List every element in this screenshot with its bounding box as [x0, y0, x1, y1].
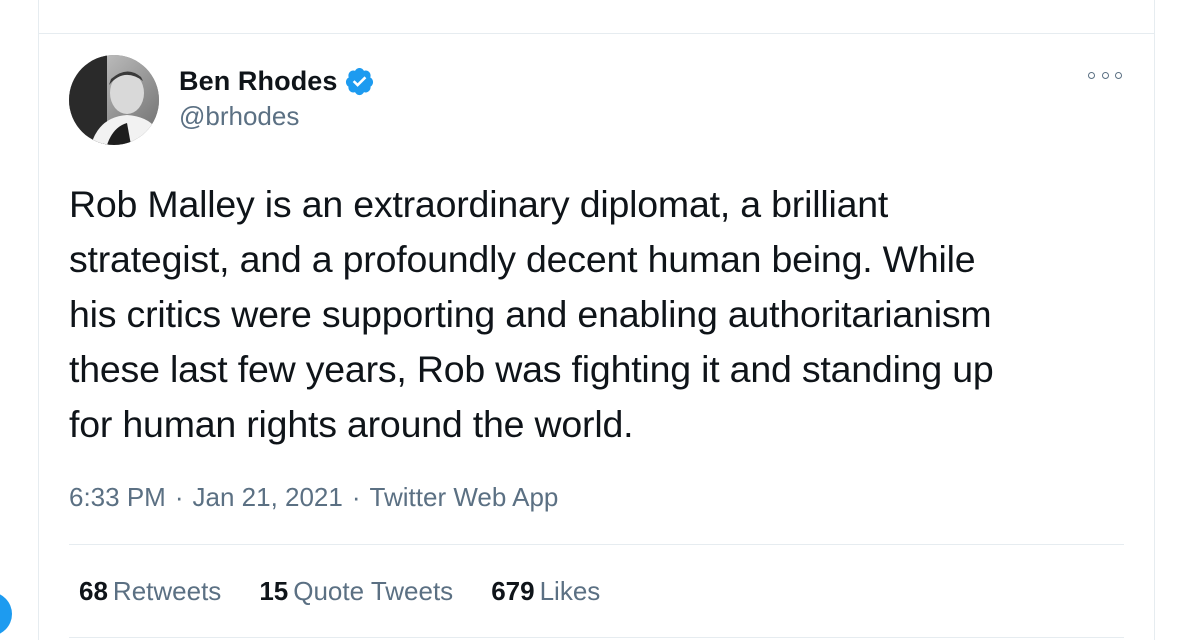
retweets-label: Retweets: [112, 576, 222, 606]
avatar[interactable]: [69, 55, 159, 145]
more-dot: [1115, 71, 1122, 79]
tweet-stats: 68 Retweets 15 Quote Tweets 679 Likes: [79, 576, 638, 607]
more-dot: [1088, 71, 1095, 79]
likes-label: Likes: [539, 576, 601, 606]
author-name[interactable]: Ben Rhodes: [179, 66, 338, 97]
tweet-time[interactable]: 6:33 PM: [69, 482, 166, 513]
likes-stat[interactable]: 679 Likes: [491, 576, 600, 607]
meta-separator: ·: [174, 482, 184, 512]
top-divider: [39, 33, 1154, 34]
retweets-count: 68: [79, 576, 108, 606]
quote-tweets-count: 15: [259, 576, 289, 606]
tweet-source[interactable]: Twitter Web App: [370, 482, 559, 513]
likes-count: 679: [491, 576, 535, 606]
divider: [69, 544, 1124, 545]
retweets-stat[interactable]: 68 Retweets: [79, 576, 221, 607]
tweet-meta: 6:33 PM · Jan 21, 2021 · Twitter Web App: [69, 482, 558, 513]
more-options-icon[interactable]: [1088, 66, 1122, 84]
quote-tweets-stat[interactable]: 15 Quote Tweets: [259, 576, 453, 607]
divider: [69, 637, 1124, 638]
more-dot: [1101, 71, 1109, 79]
quote-tweets-label: Quote Tweets: [293, 576, 454, 606]
tweet-date[interactable]: Jan 21, 2021: [193, 482, 343, 513]
tweet-card: Ben Rhodes @brhodes Rob Malley is an ext…: [38, 0, 1155, 640]
author-name-row[interactable]: Ben Rhodes: [179, 64, 375, 98]
meta-separator: ·: [351, 482, 361, 512]
avatar-photo: [69, 55, 159, 145]
tweet-text: Rob Malley is an extraordinary diplomat,…: [69, 183, 994, 445]
author-handle[interactable]: @brhodes: [179, 101, 299, 132]
compose-tweet-button[interactable]: [0, 592, 12, 636]
verified-badge-icon: [344, 66, 375, 97]
